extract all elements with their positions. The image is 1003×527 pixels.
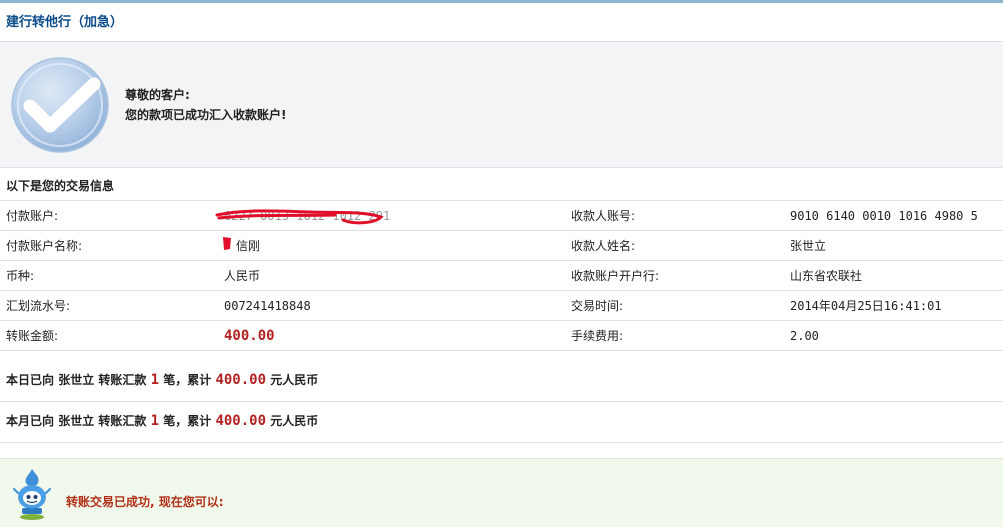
next-steps-panel: 转账交易已成功, 现在您可以:	[0, 458, 1003, 527]
currency-label: 币种:	[0, 260, 223, 291]
daily-summary: 本日已向 张世立 转账汇款 1 笔，累计 400.00 元人民币	[6, 370, 996, 390]
transfer-amount-label: 转账金额:	[0, 320, 223, 351]
redaction-mark	[223, 237, 231, 250]
payer-account-label: 付款账户:	[0, 200, 223, 231]
transfer-amount-value: 400.00	[223, 320, 570, 351]
redaction-scribble	[215, 209, 384, 225]
summary-count: 1	[150, 372, 160, 388]
summary-payee: 张世立	[58, 414, 95, 428]
currency-value: 人民币	[223, 260, 570, 291]
payer-account-value: 6227 0013 1612 1012 291	[215, 200, 570, 231]
serial-number-label: 汇划流水号:	[0, 290, 223, 321]
payee-account-value: 9010 6140 0010 1016 4980 5	[788, 200, 1003, 231]
success-panel: 尊敬的客户: 您的款项已成功汇入收款账户!	[0, 42, 1003, 168]
summary-unit: 笔，累计	[163, 373, 212, 387]
monthly-summary: 本月已向 张世立 转账汇款 1 笔，累计 400.00 元人民币	[6, 411, 996, 431]
top-border	[0, 0, 1003, 3]
summary-amount: 400.00	[215, 413, 267, 429]
summary-amount: 400.00	[215, 372, 267, 388]
transaction-time-label: 交易时间:	[570, 290, 788, 321]
payer-name-label: 付款账户名称:	[0, 230, 223, 261]
summary-action: 转账汇款	[98, 414, 147, 428]
summary-unit: 笔，累计	[163, 414, 212, 428]
bank-mascot-icon	[13, 469, 51, 520]
payee-name-value: 张世立	[788, 230, 1003, 261]
fee-label: 手续费用:	[570, 320, 788, 351]
success-text: 您的款项已成功汇入收款账户!	[125, 108, 287, 122]
fee-value: 2.00	[788, 320, 1003, 351]
transfer-amount: 400.00	[224, 327, 275, 344]
success-message: 尊敬的客户: 您的款项已成功汇入收款账户!	[125, 85, 286, 125]
payee-account-label: 收款人账号:	[570, 200, 788, 231]
check-circle-icon	[11, 57, 109, 153]
payer-name-value: 信刚	[223, 230, 570, 261]
table-row: 付款账户: 6227 0013 1612 1012 291 收款人账号: 901…	[0, 200, 1003, 231]
table-row: 汇划流水号: 007241418848 交易时间: 2014年04月25日16:…	[0, 290, 1003, 321]
next-steps-text: 转账交易已成功, 现在您可以:	[66, 495, 224, 509]
payee-bank-label: 收款账户开户行:	[570, 260, 788, 291]
greeting-text: 尊敬的客户:	[125, 88, 190, 102]
summary-prefix: 本日已向	[6, 373, 55, 387]
summary-payee: 张世立	[58, 373, 95, 387]
transaction-info-table: 付款账户: 6227 0013 1612 1012 291 收款人账号: 901…	[0, 200, 1003, 351]
summary-currency: 元人民币	[270, 414, 319, 428]
table-row: 付款账户名称: 信刚 收款人姓名: 张世立	[0, 230, 1003, 261]
table-row: 转账金额: 400.00 手续费用: 2.00	[0, 320, 1003, 351]
transaction-time-value: 2014年04月25日16:41:01	[788, 290, 1003, 321]
summary-count: 1	[150, 413, 160, 429]
section-title: 以下是您的交易信息	[6, 179, 115, 193]
table-row: 币种: 人民币 收款账户开户行: 山东省农联社	[0, 260, 1003, 291]
payee-bank-value: 山东省农联社	[788, 260, 1003, 291]
summary-divider	[0, 401, 1003, 402]
summary-action: 转账汇款	[98, 373, 147, 387]
summary-currency: 元人民币	[270, 373, 319, 387]
summary-divider	[0, 442, 1003, 443]
page-title: 建行转他行（加急）	[6, 15, 124, 30]
payee-name-label: 收款人姓名:	[570, 230, 788, 261]
serial-number-value: 007241418848	[223, 290, 570, 321]
summary-prefix: 本月已向	[6, 414, 55, 428]
